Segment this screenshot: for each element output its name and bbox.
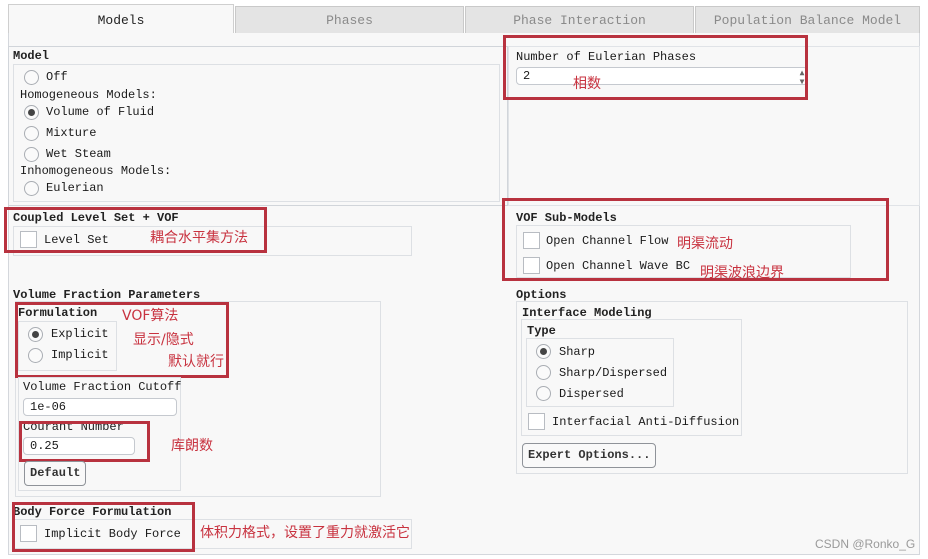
sharp-label: Sharp: [559, 345, 596, 359]
mixture-label: Mixture: [46, 126, 97, 140]
anti-diffusion-checkbox[interactable]: [528, 413, 545, 430]
type-title: Type: [527, 324, 556, 338]
radio-volume-of-fluid[interactable]: [24, 105, 39, 120]
note-body-force: 体积力格式，设置了重力就激活它: [200, 525, 410, 541]
default-button[interactable]: Default: [24, 461, 87, 486]
volume-fraction-title: Volume Fraction Parameters: [13, 288, 201, 302]
annotation-box-courant: [19, 421, 150, 462]
vof-label: Volume of Fluid: [46, 105, 155, 119]
note-open-channel-flow: 明渠流动: [677, 236, 733, 252]
tab-models[interactable]: Models: [8, 4, 234, 33]
radio-dispersed[interactable]: [536, 386, 551, 401]
tab-population-balance-model[interactable]: Population Balance Model: [695, 6, 920, 33]
dispersed-label: Dispersed: [559, 387, 624, 401]
tab-phases[interactable]: Phases: [235, 6, 464, 33]
homogeneous-label: Homogeneous Models:: [20, 88, 157, 102]
options-title: Options: [516, 288, 567, 302]
wet-steam-label: Wet Steam: [46, 147, 111, 161]
note-level-set: 耦合水平集方法: [150, 230, 248, 246]
model-title: Model: [13, 49, 50, 63]
annotation-box-phases: [503, 35, 808, 100]
radio-eulerian[interactable]: [24, 181, 39, 196]
off-label: Off: [46, 70, 68, 84]
expert-options-button[interactable]: Expert Options...: [522, 443, 657, 468]
tab-bar: Models Phases Phase Interaction Populati…: [0, 0, 928, 33]
note-courant: 库朗数: [171, 438, 213, 454]
radio-mixture[interactable]: [24, 126, 39, 141]
note-default-ok: 默认就行: [168, 354, 224, 370]
cutoff-label: Volume Fraction Cutoff: [23, 380, 182, 394]
interface-modeling-title: Interface Modeling: [522, 306, 652, 320]
annotation-box-body-force: [12, 502, 195, 552]
inhomogeneous-label: Inhomogeneous Models:: [20, 164, 172, 178]
eulerian-label: Eulerian: [46, 181, 104, 195]
note-vof-algorithm: VOF算法: [122, 308, 179, 324]
anti-diffusion-label: Interfacial Anti-Diffusion: [552, 415, 740, 429]
sharp-dispersed-label: Sharp/Dispersed: [559, 366, 668, 380]
watermark: CSDN @Ronko_G: [815, 537, 916, 551]
cutoff-input[interactable]: 1e-06: [23, 398, 177, 416]
tab-phase-interaction[interactable]: Phase Interaction: [465, 6, 694, 33]
radio-off[interactable]: [24, 70, 39, 85]
radio-sharp[interactable]: [536, 344, 551, 359]
note-phases: 相数: [573, 76, 601, 92]
note-open-channel-wave: 明渠波浪边界: [700, 265, 784, 281]
note-explicit-implicit: 显示/隐式: [133, 332, 194, 348]
radio-sharp-dispersed[interactable]: [536, 365, 551, 380]
radio-wet-steam[interactable]: [24, 147, 39, 162]
